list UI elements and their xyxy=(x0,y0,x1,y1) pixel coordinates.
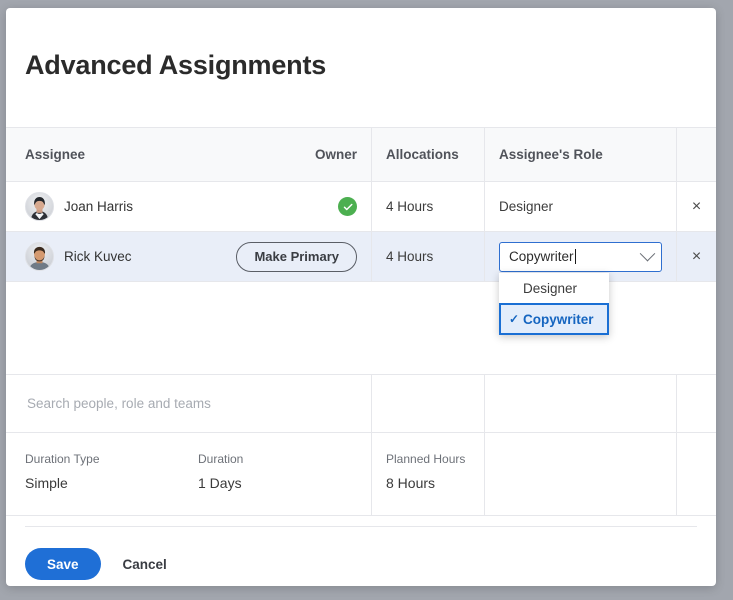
avatar-photo-man xyxy=(25,242,54,271)
role-combobox[interactable]: Copywriter xyxy=(499,241,662,272)
table-header-row: Assignee Owner Allocations Assignee's Ro… xyxy=(6,127,716,182)
duration-label: Duration xyxy=(198,452,244,466)
duration-type-label: Duration Type xyxy=(25,452,100,466)
remove-assignee-cell: × xyxy=(677,182,716,231)
details-remove-blank xyxy=(677,433,716,516)
details-duration-group: Duration Type Simple Duration 1 Days xyxy=(6,433,372,516)
duration-field: Duration 1 Days xyxy=(198,452,371,516)
duration-type-field: Duration Type Simple xyxy=(25,452,198,516)
planned-hours-value: 8 Hours xyxy=(386,475,436,491)
dropdown-option-copywriter[interactable]: ✓ Copywriter xyxy=(499,303,609,335)
header-assignee-owner-group: Assignee Owner xyxy=(6,128,372,181)
column-header-assignee: Assignee xyxy=(25,147,86,162)
search-allocations-blank xyxy=(372,375,485,432)
save-button[interactable]: Save xyxy=(25,548,101,580)
search-remove-blank xyxy=(677,375,716,432)
close-icon[interactable]: × xyxy=(677,182,716,231)
role-selected-value: Copywriter xyxy=(509,249,576,264)
role-dropdown-menu: Designer ✓ Copywriter xyxy=(499,273,609,335)
assignment-details-row: Duration Type Simple Duration 1 Days Pla… xyxy=(6,433,716,516)
allocations-value: 4 Hours xyxy=(372,232,485,281)
duration-type-value: Simple xyxy=(25,475,68,491)
search-input[interactable] xyxy=(25,395,357,412)
role-value-static[interactable]: Designer xyxy=(485,182,677,231)
details-role-blank xyxy=(485,433,677,516)
table-row[interactable]: Joan Harris 4 Hours Designer × xyxy=(6,182,716,232)
avatar-photo-woman xyxy=(25,192,54,221)
table-empty-area xyxy=(6,282,716,375)
dropdown-option-designer[interactable]: Designer xyxy=(499,273,609,303)
search-cell xyxy=(6,375,372,432)
text-cursor xyxy=(574,249,576,264)
add-assignee-row xyxy=(6,375,716,433)
dropdown-option-copywriter-label: Copywriter xyxy=(523,311,594,327)
column-header-role: Assignee's Role xyxy=(485,128,677,181)
planned-hours-field: Planned Hours 8 Hours xyxy=(372,433,485,516)
assignee-identity: Rick Kuvec xyxy=(25,242,236,271)
table-row[interactable]: Rick Kuvec Make Primary 4 Hours Copywrit… xyxy=(6,232,716,282)
page-title: Advanced Assignments xyxy=(25,50,327,80)
cancel-button[interactable]: Cancel xyxy=(115,557,175,572)
assignee-name: Rick Kuvec xyxy=(64,249,132,264)
advanced-assignments-dialog: Advanced Assignments Assignee Owner Allo… xyxy=(6,8,716,586)
allocations-value: 4 Hours xyxy=(372,182,485,231)
chevron-down-icon[interactable] xyxy=(639,245,656,262)
footer-divider xyxy=(25,526,697,527)
column-header-remove xyxy=(677,128,716,181)
close-icon[interactable]: × xyxy=(677,232,716,281)
column-header-allocations: Allocations xyxy=(372,128,485,181)
assignments-table: Assignee Owner Allocations Assignee's Ro… xyxy=(6,127,716,516)
check-circle-icon[interactable] xyxy=(338,197,357,216)
dialog-footer: Save Cancel xyxy=(25,548,175,580)
check-icon: ✓ xyxy=(509,312,520,326)
assignee-cell: Rick Kuvec Make Primary xyxy=(6,232,372,281)
duration-value: 1 Days xyxy=(198,475,242,491)
remove-assignee-cell: × xyxy=(677,232,716,281)
assignee-identity: Joan Harris xyxy=(25,192,338,221)
column-header-owner: Owner xyxy=(314,147,357,162)
make-primary-button[interactable]: Make Primary xyxy=(236,241,357,272)
planned-hours-label: Planned Hours xyxy=(386,452,466,466)
assignee-name: Joan Harris xyxy=(64,199,134,214)
search-role-blank xyxy=(485,375,677,432)
assignee-cell: Joan Harris xyxy=(6,182,372,231)
